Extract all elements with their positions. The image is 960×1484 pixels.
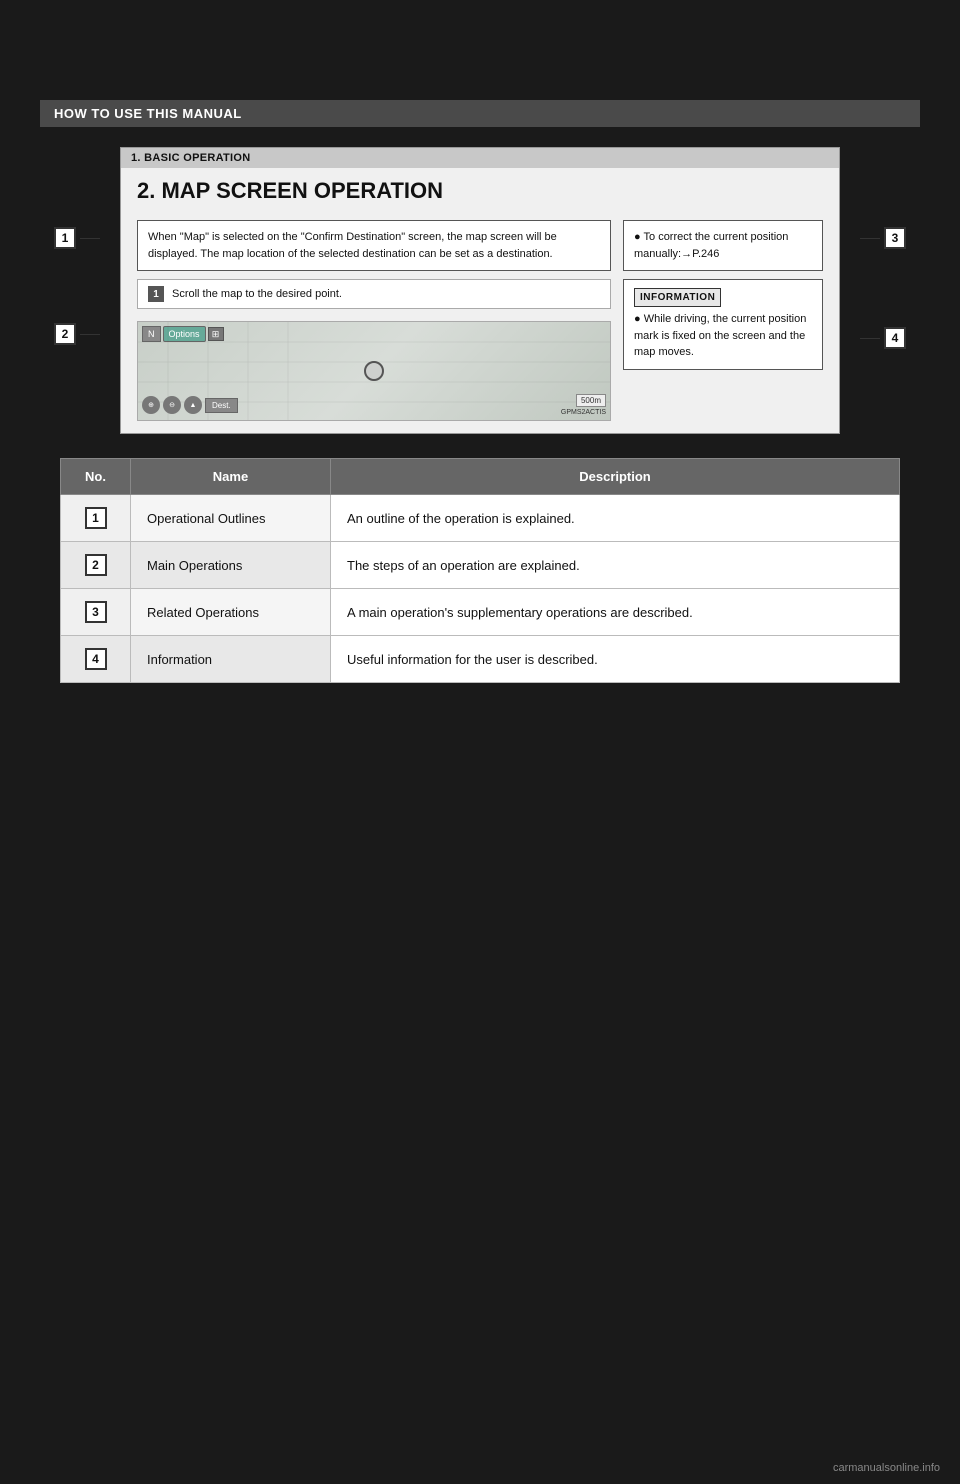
callout-3-bullet: ● (634, 231, 644, 243)
row-2-badge: 2 (85, 554, 107, 576)
callout-4-content: ● While driving, the current position ma… (634, 311, 812, 361)
row-2-name: Main Operations (131, 542, 331, 589)
label-4-group: 4 (860, 327, 906, 349)
section-title-text: HOW TO USE THIS MANUAL (54, 106, 242, 121)
diagram-left: When "Map" is selected on the "Confirm D… (137, 220, 611, 421)
table-row: 2 Main Operations The steps of an operat… (61, 542, 900, 589)
callout-3: ● To correct the current position manual… (623, 220, 823, 271)
row-4-no: 4 (61, 636, 131, 683)
row-2-desc: The steps of an operation are explained. (331, 542, 900, 589)
step-text: Scroll the map to the desired point. (172, 288, 342, 300)
row-2-no: 2 (61, 542, 131, 589)
diagram-title-text: 2. MAP SCREEN OPERATION (137, 178, 443, 203)
label-4-line (860, 338, 880, 339)
label-1-line (80, 238, 100, 239)
map-bottom-bar: ⊕ ⊖ ▲ Dest. 500m GPMS2ACTIS (142, 394, 606, 416)
row-3-no: 3 (61, 589, 131, 636)
header-description: Description (331, 459, 900, 495)
info-label: INFORMATION (634, 288, 721, 307)
row-3-badge: 3 (85, 601, 107, 623)
table-header-row: No. Name Description (61, 459, 900, 495)
map-scale-group: 500m GPMS2ACTIS (561, 394, 606, 416)
map-preview: N Options ⊞ (137, 321, 611, 421)
diagram-content: When "Map" is selected on the "Confirm D… (121, 212, 839, 433)
diagram-box: 1. BASIC OPERATION 2. MAP SCREEN OPERATI… (120, 147, 840, 434)
label-1-badge: 1 (54, 227, 76, 249)
table-row: 3 Related Operations A main operation's … (61, 589, 900, 636)
diagram-right: ● To correct the current position manual… (623, 220, 823, 421)
map-icon-btn-1[interactable]: ⊕ (142, 396, 160, 414)
map-icon-group: ⊕ ⊖ ▲ Dest. (142, 396, 238, 414)
watermark: carmanualsonline.info (833, 1462, 940, 1474)
diagram-wrapper: 1 2 3 4 (100, 147, 860, 434)
label-2-line (80, 334, 100, 335)
row-1-name: Operational Outlines (131, 495, 331, 542)
table-row: 4 Information Useful information for the… (61, 636, 900, 683)
step-box: 1 Scroll the map to the desired point. (137, 279, 611, 309)
map-dest-button[interactable]: Dest. (205, 398, 238, 413)
label-2-group: 2 (54, 323, 100, 345)
row-3-name: Related Operations (131, 589, 331, 636)
map-icon-btn-2[interactable]: ⊖ (163, 396, 181, 414)
table-row: 1 Operational Outlines An outline of the… (61, 495, 900, 542)
callout-1: When "Map" is selected on the "Confirm D… (137, 220, 611, 271)
row-1-desc: An outline of the operation is explained… (331, 495, 900, 542)
step-number: 1 (148, 286, 164, 302)
row-1-no: 1 (61, 495, 131, 542)
label-4-badge: 4 (884, 327, 906, 349)
map-scale-label: 500m (576, 394, 606, 407)
diagram-title: 2. MAP SCREEN OPERATION (121, 168, 839, 212)
table-container: No. Name Description 1 (60, 458, 900, 683)
map-icon-btn-3[interactable]: ▲ (184, 396, 202, 414)
label-3-line (860, 238, 880, 239)
row-3-desc: A main operation's supplementary operati… (331, 589, 900, 636)
row-1-badge: 1 (85, 507, 107, 529)
callout-4: INFORMATION ● While driving, the current… (623, 279, 823, 370)
page: HOW TO USE THIS MANUAL 1 2 3 (0, 0, 960, 1484)
map-corner-label: GPMS2ACTIS (561, 409, 606, 416)
diagram-inner-header: 1. BASIC OPERATION (121, 148, 839, 168)
label-3-group: 3 (860, 227, 906, 249)
label-2-badge: 2 (54, 323, 76, 345)
label-1-group: 1 (54, 227, 100, 249)
right-labels: 3 4 (860, 227, 906, 349)
label-3-badge: 3 (884, 227, 906, 249)
callout-4-bullet: ● (634, 313, 644, 325)
section-title-bar: HOW TO USE THIS MANUAL (40, 100, 920, 127)
callout-4-text: While driving, the current position mark… (634, 313, 806, 358)
row-4-name: Information (131, 636, 331, 683)
table-body: 1 Operational Outlines An outline of the… (61, 495, 900, 683)
left-labels: 1 2 (54, 227, 100, 345)
header-area (0, 0, 960, 80)
callout-1-text: When "Map" is selected on the "Confirm D… (148, 231, 557, 260)
row-4-badge: 4 (85, 648, 107, 670)
header-no: No. (61, 459, 131, 495)
table-head: No. Name Description (61, 459, 900, 495)
header-name: Name (131, 459, 331, 495)
content-area: HOW TO USE THIS MANUAL 1 2 3 (0, 80, 960, 723)
diagram-inner-header-text: 1. BASIC OPERATION (131, 152, 251, 164)
map-preview-inner: N Options ⊞ (138, 322, 610, 420)
row-4-desc: Useful information for the user is descr… (331, 636, 900, 683)
callout-3-text: To correct the current position manually… (634, 231, 788, 260)
info-table: No. Name Description 1 (60, 458, 900, 683)
